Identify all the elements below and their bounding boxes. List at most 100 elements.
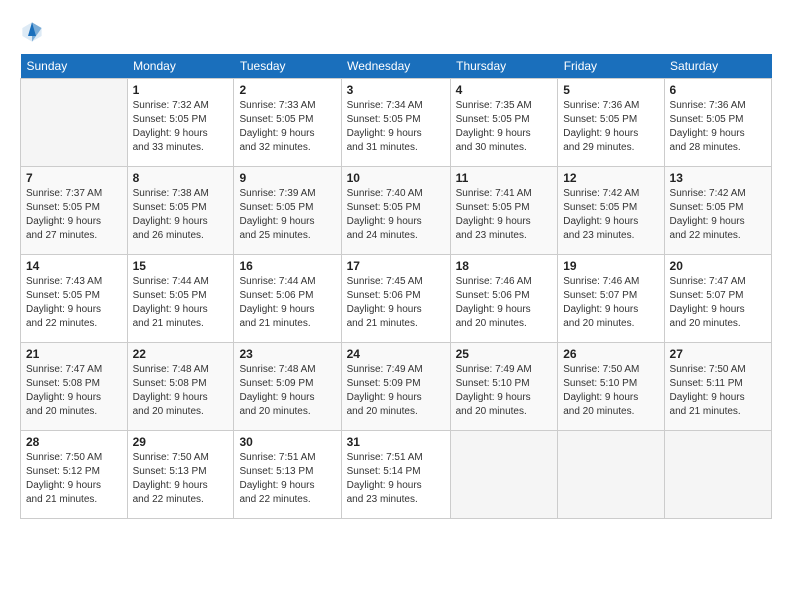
calendar-cell: 29Sunrise: 7:50 AM Sunset: 5:13 PM Dayli…	[127, 431, 234, 519]
calendar-cell: 22 Sunrise: 7:48 AM Sunset: 5:08 PM Dayli…	[127, 343, 234, 431]
calendar-cell	[450, 431, 558, 519]
calendar-cell: 4 Sunrise: 7:35 AM Sunset: 5:05 PM Daylig…	[450, 79, 558, 167]
day-number: 4	[456, 83, 553, 97]
calendar-cell: 6 Sunrise: 7:36 AM Sunset: 5:05 PM Daylig…	[664, 79, 771, 167]
calendar-cell: 13 Sunrise: 7:42 AM Sunset: 5:05 PM Dayli…	[664, 167, 771, 255]
weekday-header-friday: Friday	[558, 54, 664, 79]
calendar-cell: 27Sunrise: 7:50 AM Sunset: 5:11 PM Dayli…	[664, 343, 771, 431]
calendar-cell: 21 Sunrise: 7:47 AM Sunset: 5:08 PM Dayli…	[21, 343, 128, 431]
page: SundayMondayTuesdayWednesdayThursdayFrid…	[0, 0, 792, 612]
calendar-cell: 16 Sunrise: 7:44 AM Sunset: 5:06 PM Dayli…	[234, 255, 341, 343]
day-info: Sunrise: 7:35 AM Sunset: 5:05 PM Dayligh…	[456, 99, 553, 155]
day-number: 26	[563, 347, 658, 361]
day-info: Sunrise: 7:37 AM Sunset: 5:05 PM Dayligh…	[26, 187, 122, 243]
logo	[20, 20, 46, 44]
weekday-header-row: SundayMondayTuesdayWednesdayThursdayFrid…	[21, 54, 772, 79]
day-info: Sunrise: 7:41 AM Sunset: 5:05 PM Dayligh…	[456, 187, 553, 243]
day-number: 21	[26, 347, 122, 361]
day-number: 28	[26, 435, 122, 449]
day-info: Sunrise: 7:51 AM Sunset: 5:14 PM Dayligh…	[347, 451, 445, 507]
calendar-week-1: 1Sunrise: 7:32 AM Sunset: 5:05 PM Daylig…	[21, 79, 772, 167]
day-number: 13	[670, 171, 766, 185]
day-number: 9	[239, 171, 335, 185]
day-number: 15	[133, 259, 229, 273]
weekday-header-wednesday: Wednesday	[341, 54, 450, 79]
calendar-cell: 12Sunrise: 7:42 AM Sunset: 5:05 PM Dayli…	[558, 167, 664, 255]
weekday-header-tuesday: Tuesday	[234, 54, 341, 79]
day-info: Sunrise: 7:42 AM Sunset: 5:05 PM Dayligh…	[670, 187, 766, 243]
calendar-cell: 18Sunrise: 7:46 AM Sunset: 5:06 PM Dayli…	[450, 255, 558, 343]
day-info: Sunrise: 7:39 AM Sunset: 5:05 PM Dayligh…	[239, 187, 335, 243]
calendar-cell: 11 Sunrise: 7:41 AM Sunset: 5:05 PM Dayli…	[450, 167, 558, 255]
calendar-cell: 15 Sunrise: 7:44 AM Sunset: 5:05 PM Dayli…	[127, 255, 234, 343]
header	[20, 20, 772, 44]
day-number: 16	[239, 259, 335, 273]
weekday-header-saturday: Saturday	[664, 54, 771, 79]
day-number: 30	[239, 435, 335, 449]
weekday-header-sunday: Sunday	[21, 54, 128, 79]
day-info: Sunrise: 7:40 AM Sunset: 5:05 PM Dayligh…	[347, 187, 445, 243]
day-info: Sunrise: 7:50 AM Sunset: 5:10 PM Dayligh…	[563, 363, 658, 419]
day-info: Sunrise: 7:33 AM Sunset: 5:05 PM Dayligh…	[239, 99, 335, 155]
day-info: Sunrise: 7:47 AM Sunset: 5:08 PM Dayligh…	[26, 363, 122, 419]
day-info: Sunrise: 7:50 AM Sunset: 5:12 PM Dayligh…	[26, 451, 122, 507]
day-info: Sunrise: 7:48 AM Sunset: 5:09 PM Dayligh…	[239, 363, 335, 419]
day-number: 6	[670, 83, 766, 97]
day-info: Sunrise: 7:48 AM Sunset: 5:08 PM Dayligh…	[133, 363, 229, 419]
day-info: Sunrise: 7:46 AM Sunset: 5:07 PM Dayligh…	[563, 275, 658, 331]
day-info: Sunrise: 7:34 AM Sunset: 5:05 PM Dayligh…	[347, 99, 445, 155]
day-number: 2	[239, 83, 335, 97]
calendar-cell: 8 Sunrise: 7:38 AM Sunset: 5:05 PM Daylig…	[127, 167, 234, 255]
calendar-cell: 30 Sunrise: 7:51 AM Sunset: 5:13 PM Dayli…	[234, 431, 341, 519]
day-number: 31	[347, 435, 445, 449]
day-number: 14	[26, 259, 122, 273]
day-number: 11	[456, 171, 553, 185]
day-info: Sunrise: 7:46 AM Sunset: 5:06 PM Dayligh…	[456, 275, 553, 331]
day-number: 8	[133, 171, 229, 185]
calendar-cell: 23Sunrise: 7:48 AM Sunset: 5:09 PM Dayli…	[234, 343, 341, 431]
weekday-header-thursday: Thursday	[450, 54, 558, 79]
calendar-cell: 25Sunrise: 7:49 AM Sunset: 5:10 PM Dayli…	[450, 343, 558, 431]
calendar-week-2: 7 Sunrise: 7:37 AM Sunset: 5:05 PM Daylig…	[21, 167, 772, 255]
calendar-cell: 14 Sunrise: 7:43 AM Sunset: 5:05 PM Dayli…	[21, 255, 128, 343]
calendar-cell: 5 Sunrise: 7:36 AM Sunset: 5:05 PM Daylig…	[558, 79, 664, 167]
calendar-cell: 9 Sunrise: 7:39 AM Sunset: 5:05 PM Daylig…	[234, 167, 341, 255]
calendar-cell: 28 Sunrise: 7:50 AM Sunset: 5:12 PM Dayli…	[21, 431, 128, 519]
calendar-cell: 19 Sunrise: 7:46 AM Sunset: 5:07 PM Dayli…	[558, 255, 664, 343]
calendar-cell: 2 Sunrise: 7:33 AM Sunset: 5:05 PM Daylig…	[234, 79, 341, 167]
calendar-cell: 26 Sunrise: 7:50 AM Sunset: 5:10 PM Dayli…	[558, 343, 664, 431]
day-number: 17	[347, 259, 445, 273]
day-info: Sunrise: 7:50 AM Sunset: 5:11 PM Dayligh…	[670, 363, 766, 419]
calendar-table: SundayMondayTuesdayWednesdayThursdayFrid…	[20, 54, 772, 519]
calendar-cell: 31 Sunrise: 7:51 AM Sunset: 5:14 PM Dayli…	[341, 431, 450, 519]
day-number: 19	[563, 259, 658, 273]
day-number: 20	[670, 259, 766, 273]
calendar-cell: 1Sunrise: 7:32 AM Sunset: 5:05 PM Daylig…	[127, 79, 234, 167]
calendar-cell: 7 Sunrise: 7:37 AM Sunset: 5:05 PM Daylig…	[21, 167, 128, 255]
calendar-cell	[558, 431, 664, 519]
logo-icon	[20, 20, 44, 44]
calendar-week-4: 21 Sunrise: 7:47 AM Sunset: 5:08 PM Dayli…	[21, 343, 772, 431]
day-info: Sunrise: 7:36 AM Sunset: 5:05 PM Dayligh…	[670, 99, 766, 155]
day-number: 24	[347, 347, 445, 361]
day-number: 7	[26, 171, 122, 185]
calendar-cell: 24 Sunrise: 7:49 AM Sunset: 5:09 PM Dayli…	[341, 343, 450, 431]
calendar-cell: 3 Sunrise: 7:34 AM Sunset: 5:05 PM Daylig…	[341, 79, 450, 167]
day-info: Sunrise: 7:38 AM Sunset: 5:05 PM Dayligh…	[133, 187, 229, 243]
calendar-body: 1Sunrise: 7:32 AM Sunset: 5:05 PM Daylig…	[21, 79, 772, 519]
calendar-cell	[21, 79, 128, 167]
day-info: Sunrise: 7:42 AM Sunset: 5:05 PM Dayligh…	[563, 187, 658, 243]
day-info: Sunrise: 7:44 AM Sunset: 5:05 PM Dayligh…	[133, 275, 229, 331]
weekday-header-monday: Monday	[127, 54, 234, 79]
day-number: 5	[563, 83, 658, 97]
day-info: Sunrise: 7:44 AM Sunset: 5:06 PM Dayligh…	[239, 275, 335, 331]
day-number: 22	[133, 347, 229, 361]
day-number: 3	[347, 83, 445, 97]
day-info: Sunrise: 7:43 AM Sunset: 5:05 PM Dayligh…	[26, 275, 122, 331]
calendar-cell: 17 Sunrise: 7:45 AM Sunset: 5:06 PM Dayli…	[341, 255, 450, 343]
day-info: Sunrise: 7:36 AM Sunset: 5:05 PM Dayligh…	[563, 99, 658, 155]
day-info: Sunrise: 7:49 AM Sunset: 5:09 PM Dayligh…	[347, 363, 445, 419]
day-info: Sunrise: 7:45 AM Sunset: 5:06 PM Dayligh…	[347, 275, 445, 331]
day-info: Sunrise: 7:47 AM Sunset: 5:07 PM Dayligh…	[670, 275, 766, 331]
day-info: Sunrise: 7:51 AM Sunset: 5:13 PM Dayligh…	[239, 451, 335, 507]
